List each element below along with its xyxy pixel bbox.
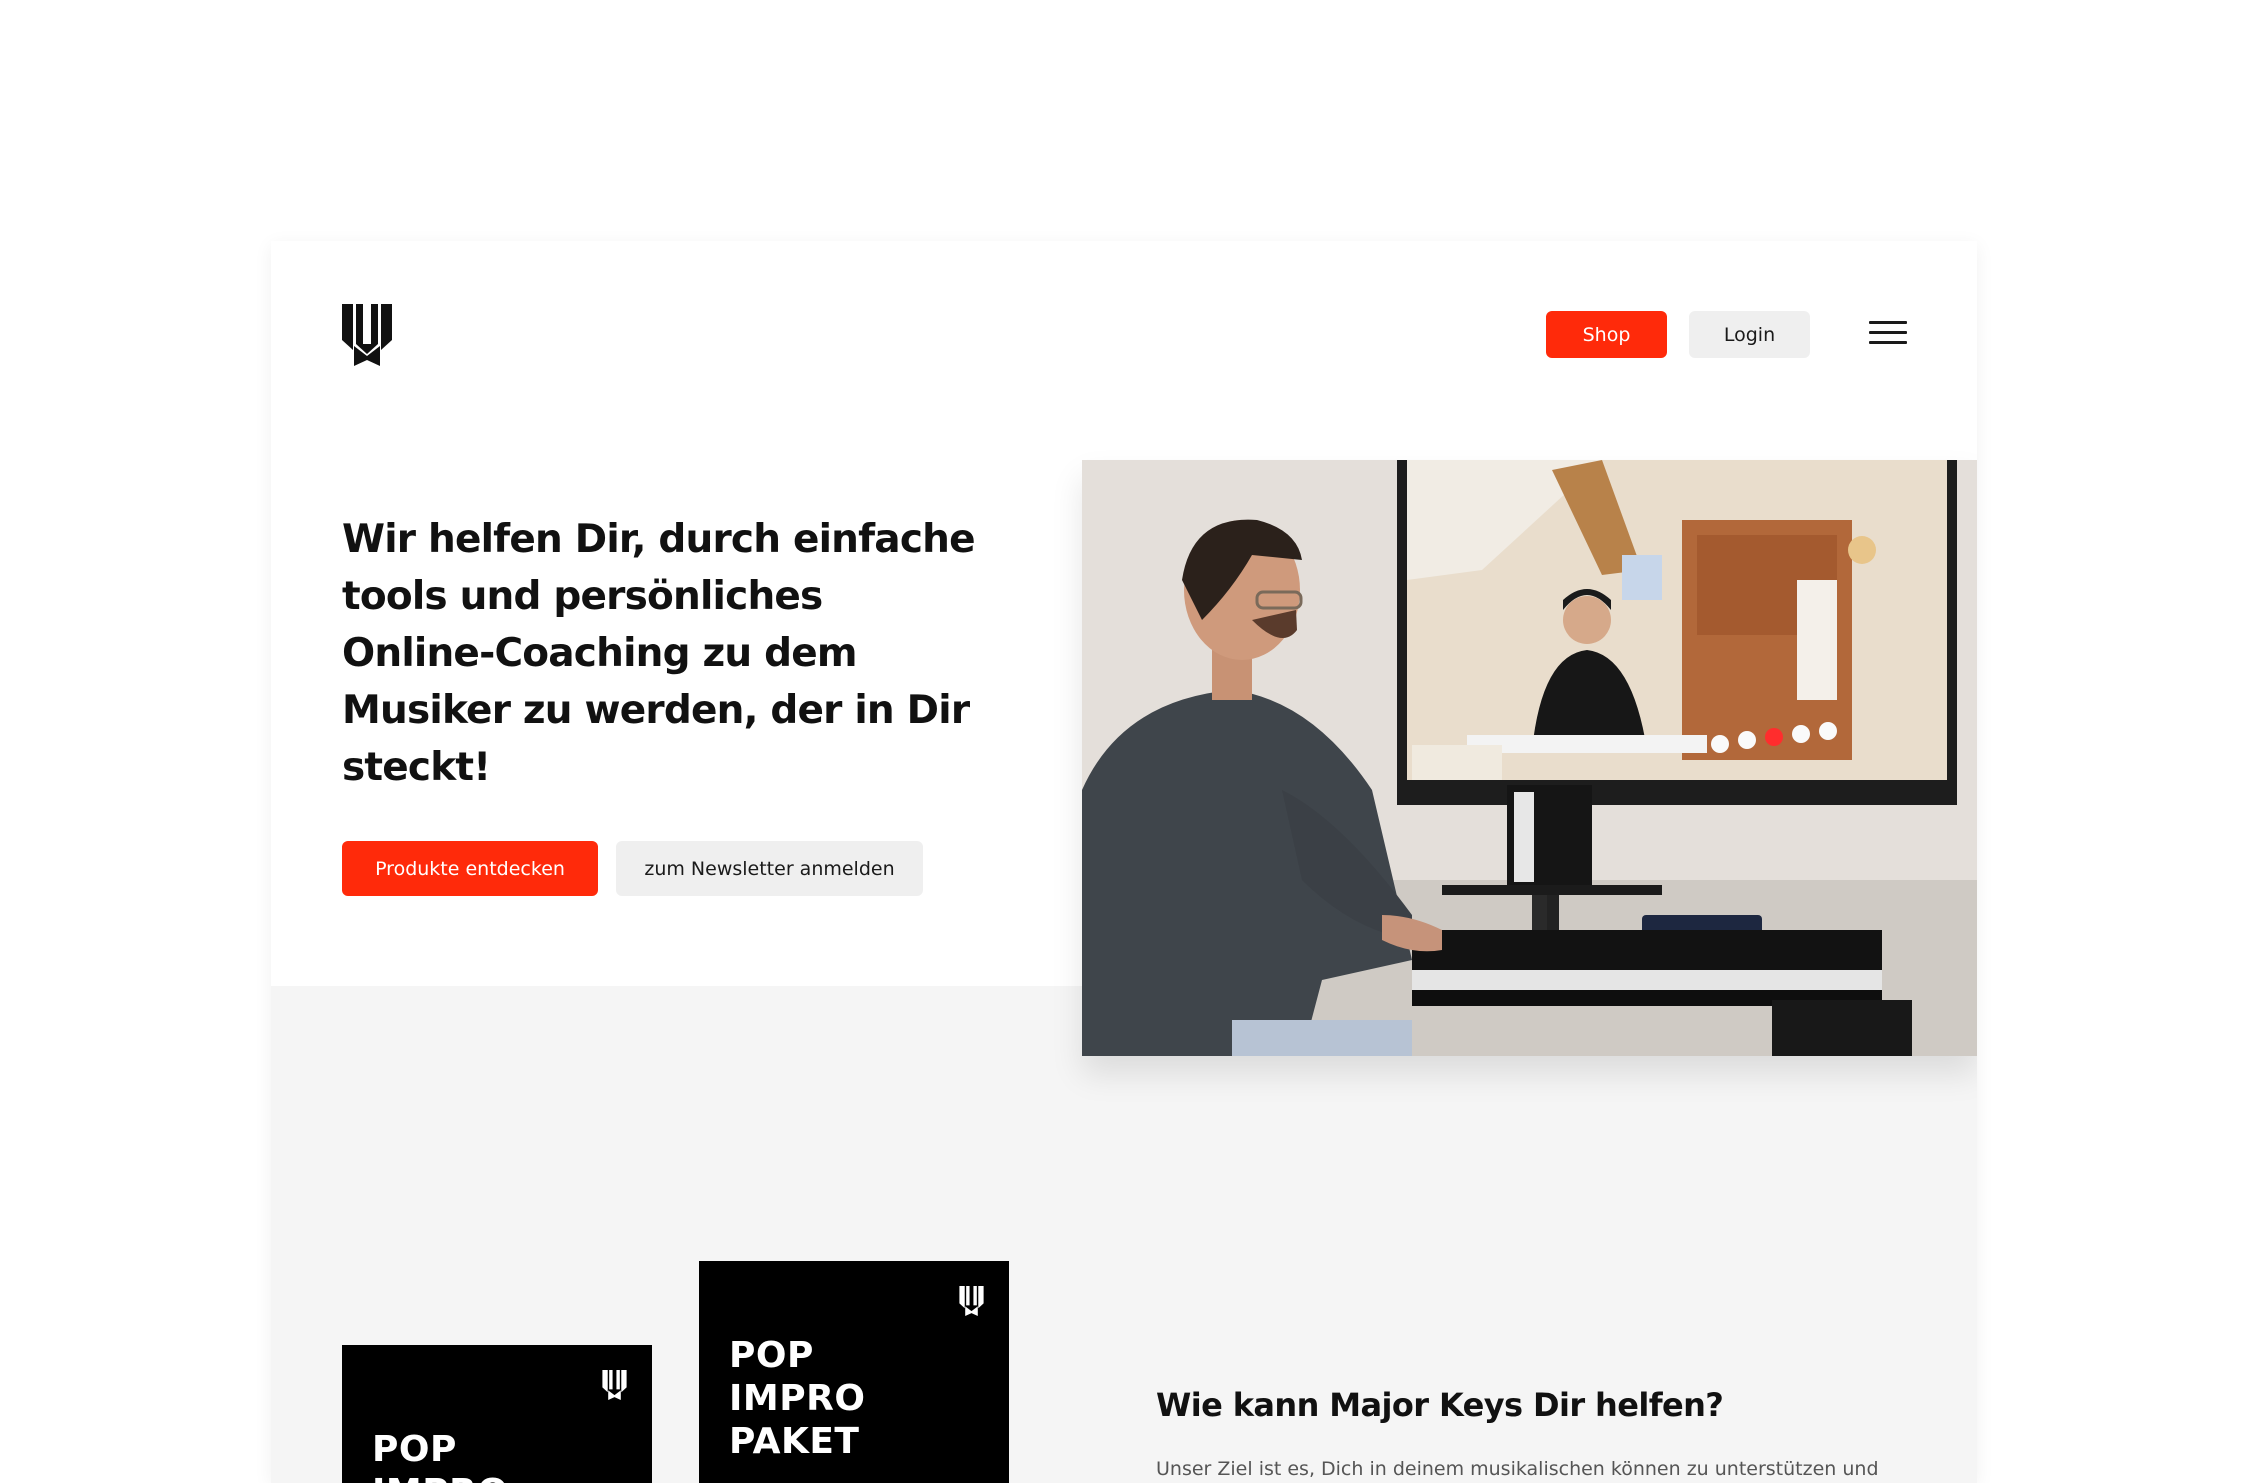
menu-line [1869, 331, 1907, 334]
section-title: Wie kann Major Keys Dir helfen? [1156, 1386, 1724, 1424]
product-title: POP IMPRO [372, 1428, 508, 1483]
product-title-line: IMPRO [729, 1378, 866, 1419]
product-title-line: IMPRO [372, 1471, 508, 1483]
piano-keys-logo-icon[interactable] [342, 304, 392, 366]
login-button[interactable]: Login [1689, 311, 1810, 358]
product-title: POP IMPRO PAKET [729, 1334, 865, 1463]
discover-products-button[interactable]: Produkte entdecken [342, 841, 598, 896]
piano-keys-logo-icon [959, 1286, 984, 1316]
product-title-line: PAKET [729, 1421, 860, 1462]
piano-keys-logo-icon [602, 1370, 627, 1400]
hero-image [1082, 460, 1977, 1056]
product-title-line: POP [729, 1335, 814, 1376]
hero-photo [1082, 460, 1977, 1056]
hamburger-menu-icon[interactable] [1869, 321, 1907, 347]
hero-headline: Wir helfen Dir, durch einfache tools und… [342, 517, 976, 790]
product-title-line: POP [372, 1429, 457, 1470]
product-card-pop-impro[interactable]: POP IMPRO [342, 1345, 652, 1483]
page-card: Shop Login Wir helfen Dir, durch einfach… [271, 241, 1977, 1483]
section-text: Unser Ziel ist es, Dich in deinem musika… [1156, 1458, 1879, 1480]
product-card-pop-impro-paket[interactable]: POP IMPRO PAKET [699, 1261, 1009, 1483]
newsletter-signup-button[interactable]: zum Newsletter anmelden [616, 841, 923, 896]
menu-line [1869, 321, 1907, 324]
shop-button[interactable]: Shop [1546, 311, 1667, 358]
menu-line [1869, 341, 1907, 344]
